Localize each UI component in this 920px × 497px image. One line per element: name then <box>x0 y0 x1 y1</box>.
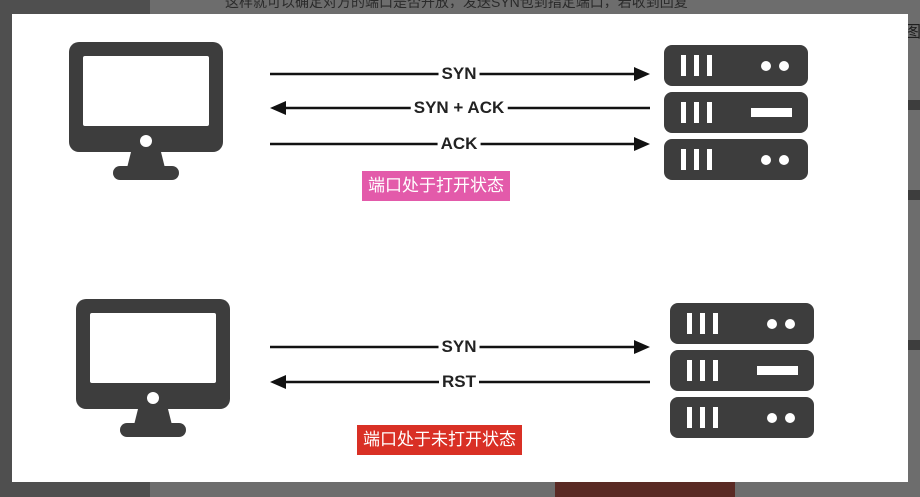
background-text-line: 这样就可以确定对方的端口是否开放，发送SYN包到指定端口，若收到回复 <box>225 0 688 8</box>
client-monitor-icon-closed <box>76 299 230 437</box>
server-rack-icon-open <box>664 45 808 180</box>
lightbox-image[interactable]: SYN SYN + ACK ACK 端口处于打开状态 SYN RST 端口处于未… <box>12 14 908 482</box>
message-label-syn-closed: SYN <box>438 337 480 357</box>
message-label-rst-closed: RST <box>439 372 479 392</box>
port-open-state-badge: 端口处于打开状态 <box>362 171 510 201</box>
message-label-synack-open: SYN + ACK <box>410 98 508 118</box>
message-label-ack-open: ACK <box>437 134 481 154</box>
message-label-syn-open: SYN <box>438 64 480 84</box>
port-closed-state-badge: 端口处于未打开状态 <box>357 425 522 455</box>
server-rack-icon-closed <box>670 303 814 438</box>
client-monitor-icon-open <box>69 42 223 180</box>
